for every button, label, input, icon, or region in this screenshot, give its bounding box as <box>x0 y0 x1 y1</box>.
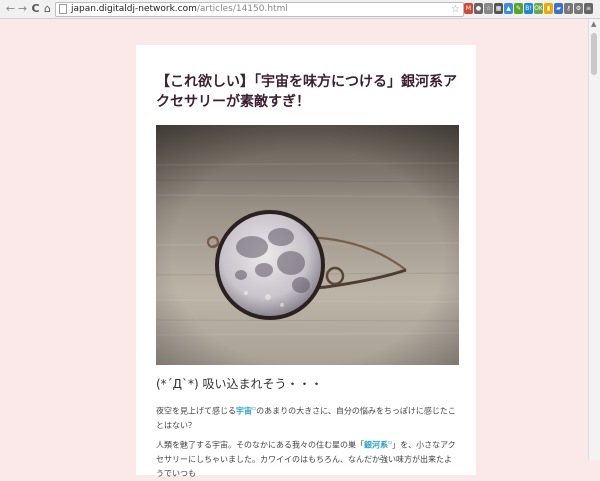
article-subhead: (*´Д`*) 吸い込まれそう・・・ <box>156 377 323 391</box>
url-path: /articles/14150.html <box>196 4 288 14</box>
ok-icon[interactable]: OK <box>534 3 543 14</box>
bookmark-star-icon[interactable]: ☆ <box>451 3 460 16</box>
url-text: japan.digitaldj-network.com/articles/141… <box>71 3 288 16</box>
record-icon[interactable]: ● <box>474 3 483 14</box>
chat-icon[interactable]: ▰ <box>554 3 563 14</box>
browser-toolbar: ← → C ⌂ japan.digitaldj-network.com/arti… <box>0 0 600 19</box>
keyword-link-uchuu[interactable]: 宇宙 <box>236 407 252 416</box>
photo-icon[interactable]: ▲ <box>504 3 513 14</box>
article-paragraph-2: 人類を魅了する宇宙。そのなかにある我々の住む星の巣「銀河系▫」を、小さなアクセサ… <box>156 436 458 481</box>
moon-bracelet-photo <box>156 125 459 365</box>
hero-image <box>156 125 459 365</box>
apps-icon[interactable]: ▦ <box>494 3 503 14</box>
evernote-icon[interactable]: ✎ <box>514 3 523 14</box>
bookmark-icon[interactable]: B! <box>524 3 533 14</box>
page-scrollbar[interactable]: ▲ <box>588 19 600 460</box>
bar-icon[interactable]: ▮ <box>544 3 553 14</box>
paragraph-1-text-start: 夜空を見上げて感じる <box>156 406 236 416</box>
scroll-up-arrow-icon[interactable]: ▲ <box>591 20 596 28</box>
key-icon[interactable]: ⚷ <box>564 3 573 14</box>
article-title: 【これ欲しい】「宇宙を味方につける」銀河系アクセサリーが素敵すぎ！ <box>156 74 457 110</box>
article-paragraph-1: 夜空を見上げて感じる宇宙▫のあまりの大きさに、自分の悩みをちっぽけに感じたことは… <box>156 402 458 433</box>
settings-icon[interactable]: ⚙ <box>574 3 583 14</box>
menu-icon[interactable]: ≡ <box>584 3 593 14</box>
address-bar[interactable]: japan.digitaldj-network.com/articles/141… <box>55 2 464 17</box>
url-host: japan.digitaldj-network.com <box>71 4 197 14</box>
page-icon <box>59 4 67 14</box>
gmail-icon[interactable]: M <box>464 3 473 14</box>
forward-icon[interactable]: → <box>16 2 29 15</box>
scroll-thumb[interactable] <box>591 33 597 75</box>
paragraph-2-text-start: 人類を魅了する宇宙。そのなかにある我々の住む星の巣「 <box>156 440 364 450</box>
article-card: 【これ欲しい】「宇宙を味方につける」銀河系アクセサリーが素敵すぎ！ (*´Д`*… <box>136 45 476 478</box>
home-icon[interactable]: ⌂ <box>41 2 54 15</box>
star-icon[interactable]: ☆ <box>484 3 493 14</box>
keyword-link-gingakei[interactable]: 銀河系 <box>364 441 388 450</box>
